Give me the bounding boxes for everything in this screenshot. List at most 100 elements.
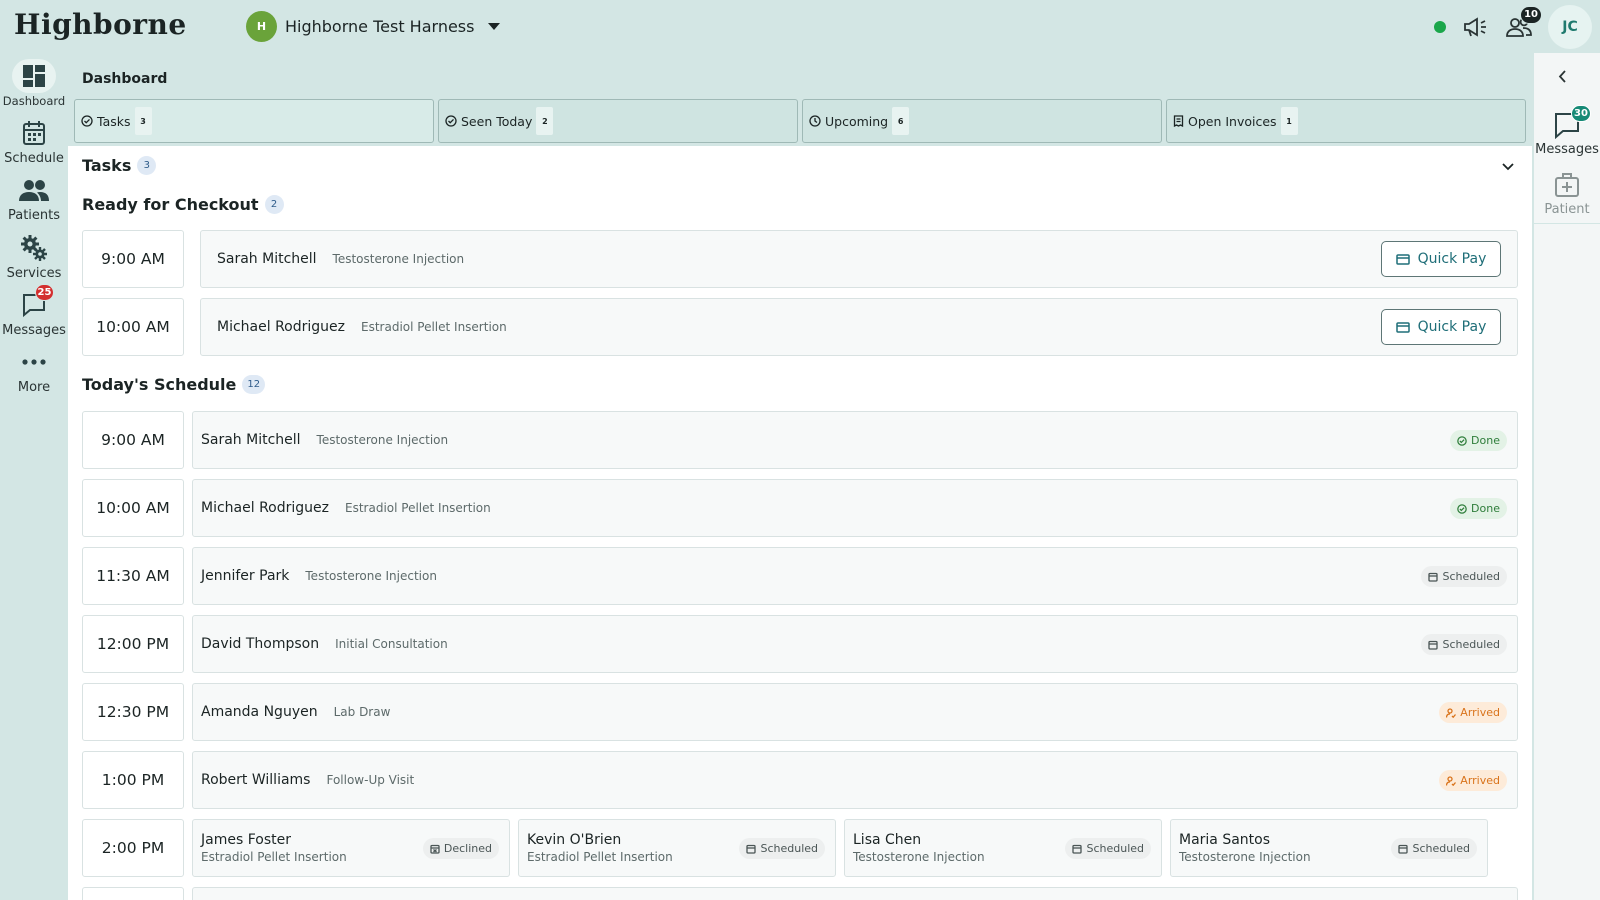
credit-card-icon xyxy=(1395,321,1410,333)
sidebar-label-services: Services xyxy=(6,266,62,281)
status-label: Declined xyxy=(443,842,492,855)
sidebar-label-schedule: Schedule xyxy=(4,151,64,166)
tab-open-invoices[interactable]: Open Invoices 1 xyxy=(1166,99,1526,143)
service-name: Testosterone Injection xyxy=(316,433,449,447)
service-name: Lab Draw xyxy=(333,705,391,719)
user-avatar[interactable]: JC xyxy=(1548,4,1592,49)
panel-label-patient: Patient xyxy=(1544,202,1590,217)
schedule-row: 12:00 PM David Thompson Initial Consulta… xyxy=(82,615,1518,673)
sidebar-item-more[interactable]: More xyxy=(0,345,68,395)
status-label: Scheduled xyxy=(1086,842,1144,855)
collapse-panel-button[interactable] xyxy=(1558,68,1567,87)
sidebar-label-more: More xyxy=(17,380,51,395)
more-icon xyxy=(12,345,56,379)
status-badge: Done xyxy=(1450,430,1507,451)
check-circle-icon xyxy=(445,115,457,127)
schedule-row: 11:30 AM Jennifer Park Testosterone Inje… xyxy=(82,547,1518,605)
tab-tasks[interactable]: Tasks 3 xyxy=(74,99,434,143)
calendar-x-icon xyxy=(430,844,440,854)
status-badge: Declined xyxy=(422,838,499,859)
schedule-appointment[interactable]: James Foster Estradiol Pellet Insertion … xyxy=(192,819,510,877)
schedule-row: 9:00 AM Sarah Mitchell Testosterone Inje… xyxy=(82,411,1518,469)
status-label: Scheduled xyxy=(1442,570,1500,583)
calendar-icon xyxy=(1428,572,1439,582)
tab-count: 1 xyxy=(1280,107,1298,135)
check-circle-icon xyxy=(1457,503,1467,514)
status-badge: Scheduled xyxy=(1065,838,1151,859)
team-notifications-button[interactable]: 10 xyxy=(1504,5,1542,42)
status-label: Arrived xyxy=(1460,774,1500,787)
appointment-time: 9:00 AM xyxy=(82,411,184,469)
schedule-row: 12:30 PM Amanda Nguyen Lab Draw Arrived xyxy=(82,683,1518,741)
tasks-title: Tasks xyxy=(82,156,132,175)
schedule-appointment[interactable]: Michael Rodriguez Estradiol Pellet Inser… xyxy=(192,479,1518,537)
sidebar-item-messages[interactable]: 25 Messages xyxy=(0,284,68,338)
tab-count: 3 xyxy=(134,107,152,135)
org-name: Highborne Test Harness xyxy=(285,17,475,36)
status-badge: Scheduled xyxy=(1421,566,1507,587)
patient-name: Sarah Mitchell xyxy=(201,432,301,448)
page-header: Dashboard xyxy=(68,53,1532,99)
org-switcher[interactable]: H Highborne Test Harness xyxy=(246,11,501,42)
top-right-actions: 10 JC xyxy=(1434,4,1592,49)
tab-label: Tasks xyxy=(97,113,131,129)
schedule-row: 1:00 PM Robert Williams Follow-Up Visit … xyxy=(82,751,1518,809)
sidebar-item-schedule[interactable]: Schedule xyxy=(0,116,68,166)
status-badge: Scheduled xyxy=(1421,634,1507,655)
appointment-time xyxy=(82,887,184,900)
schedule-appointment[interactable]: Maria Santos Testosterone Injection Sche… xyxy=(1170,819,1488,877)
app-logo[interactable]: Highborne xyxy=(14,8,187,41)
calendar-icon xyxy=(1428,640,1439,650)
panel-item-patient[interactable]: Patient xyxy=(1534,171,1600,217)
quick-pay-button[interactable]: Quick Pay xyxy=(1381,241,1501,277)
schedule-header: Today's Schedule 12 xyxy=(82,375,266,394)
org-avatar: H xyxy=(246,11,277,42)
patient-name: Michael Rodriguez xyxy=(217,319,345,335)
person-arrived-icon xyxy=(1446,707,1457,718)
tab-count: 6 xyxy=(892,107,910,135)
appointment-time: 10:00 AM xyxy=(82,479,184,537)
schedule-appointment[interactable]: Lisa Chen Testosterone Injection Schedul… xyxy=(844,819,1162,877)
schedule-row xyxy=(82,887,1518,900)
checkout-title: Ready for Checkout xyxy=(82,195,259,214)
schedule-appointment[interactable]: Amanda Nguyen Lab Draw Arrived xyxy=(192,683,1518,741)
schedule-appointment[interactable]: Jennifer Park Testosterone Injection Sch… xyxy=(192,547,1518,605)
collapse-tasks-button[interactable] xyxy=(1502,156,1514,175)
check-circle-icon xyxy=(81,115,93,127)
schedule-appointment[interactable]: David Thompson Initial Consultation Sche… xyxy=(192,615,1518,673)
status-label: Done xyxy=(1471,502,1500,515)
schedule-row: 10:00 AM Michael Rodriguez Estradiol Pel… xyxy=(82,479,1518,537)
sidebar-item-dashboard[interactable]: Dashboard xyxy=(0,59,68,108)
sidebar-label-patients: Patients xyxy=(7,208,61,223)
service-name: Estradiol Pellet Insertion xyxy=(345,501,491,515)
checkout-count: 2 xyxy=(264,195,284,214)
megaphone-icon[interactable] xyxy=(1460,12,1490,42)
sidebar-item-patients[interactable]: Patients xyxy=(0,173,68,223)
chat-icon: 25 xyxy=(12,284,56,322)
person-arrived-icon xyxy=(1446,775,1457,786)
schedule-appointment[interactable]: Robert Williams Follow-Up Visit Arrived xyxy=(192,751,1518,809)
patient-name: Maria Santos xyxy=(1179,832,1271,848)
sidebar-label-dashboard: Dashboard xyxy=(2,94,66,108)
schedule-appointment[interactable] xyxy=(192,887,1518,900)
tab-upcoming[interactable]: Upcoming 6 xyxy=(802,99,1162,143)
appointment-time: 9:00 AM xyxy=(82,230,184,288)
patient-name: David Thompson xyxy=(201,636,320,652)
checkout-appointment[interactable]: Sarah Mitchell Testosterone Injection Qu… xyxy=(200,230,1518,288)
online-status-icon xyxy=(1434,20,1446,33)
checkout-header: Ready for Checkout 2 xyxy=(82,195,284,214)
checkout-appointment[interactable]: Michael Rodriguez Estradiol Pellet Inser… xyxy=(200,298,1518,356)
credit-card-icon xyxy=(1395,253,1410,265)
chevron-down-icon xyxy=(488,23,501,30)
quick-pay-button[interactable]: Quick Pay xyxy=(1381,309,1501,345)
status-label: Arrived xyxy=(1460,706,1500,719)
panel-item-messages[interactable]: 30 Messages xyxy=(1534,105,1600,157)
checkout-row: 10:00 AM Michael Rodriguez Estradiol Pel… xyxy=(82,298,1518,356)
chevron-down-icon xyxy=(1502,163,1514,171)
schedule-appointment[interactable]: Kevin O'Brien Estradiol Pellet Insertion… xyxy=(518,819,836,877)
tab-seen-today[interactable]: Seen Today 2 xyxy=(438,99,798,143)
sidebar-item-services[interactable]: Services xyxy=(0,231,68,281)
schedule-appointment[interactable]: Sarah Mitchell Testosterone Injection Do… xyxy=(192,411,1518,469)
service-name: Testosterone Injection xyxy=(332,252,465,266)
patient-name: Robert Williams xyxy=(201,772,311,788)
